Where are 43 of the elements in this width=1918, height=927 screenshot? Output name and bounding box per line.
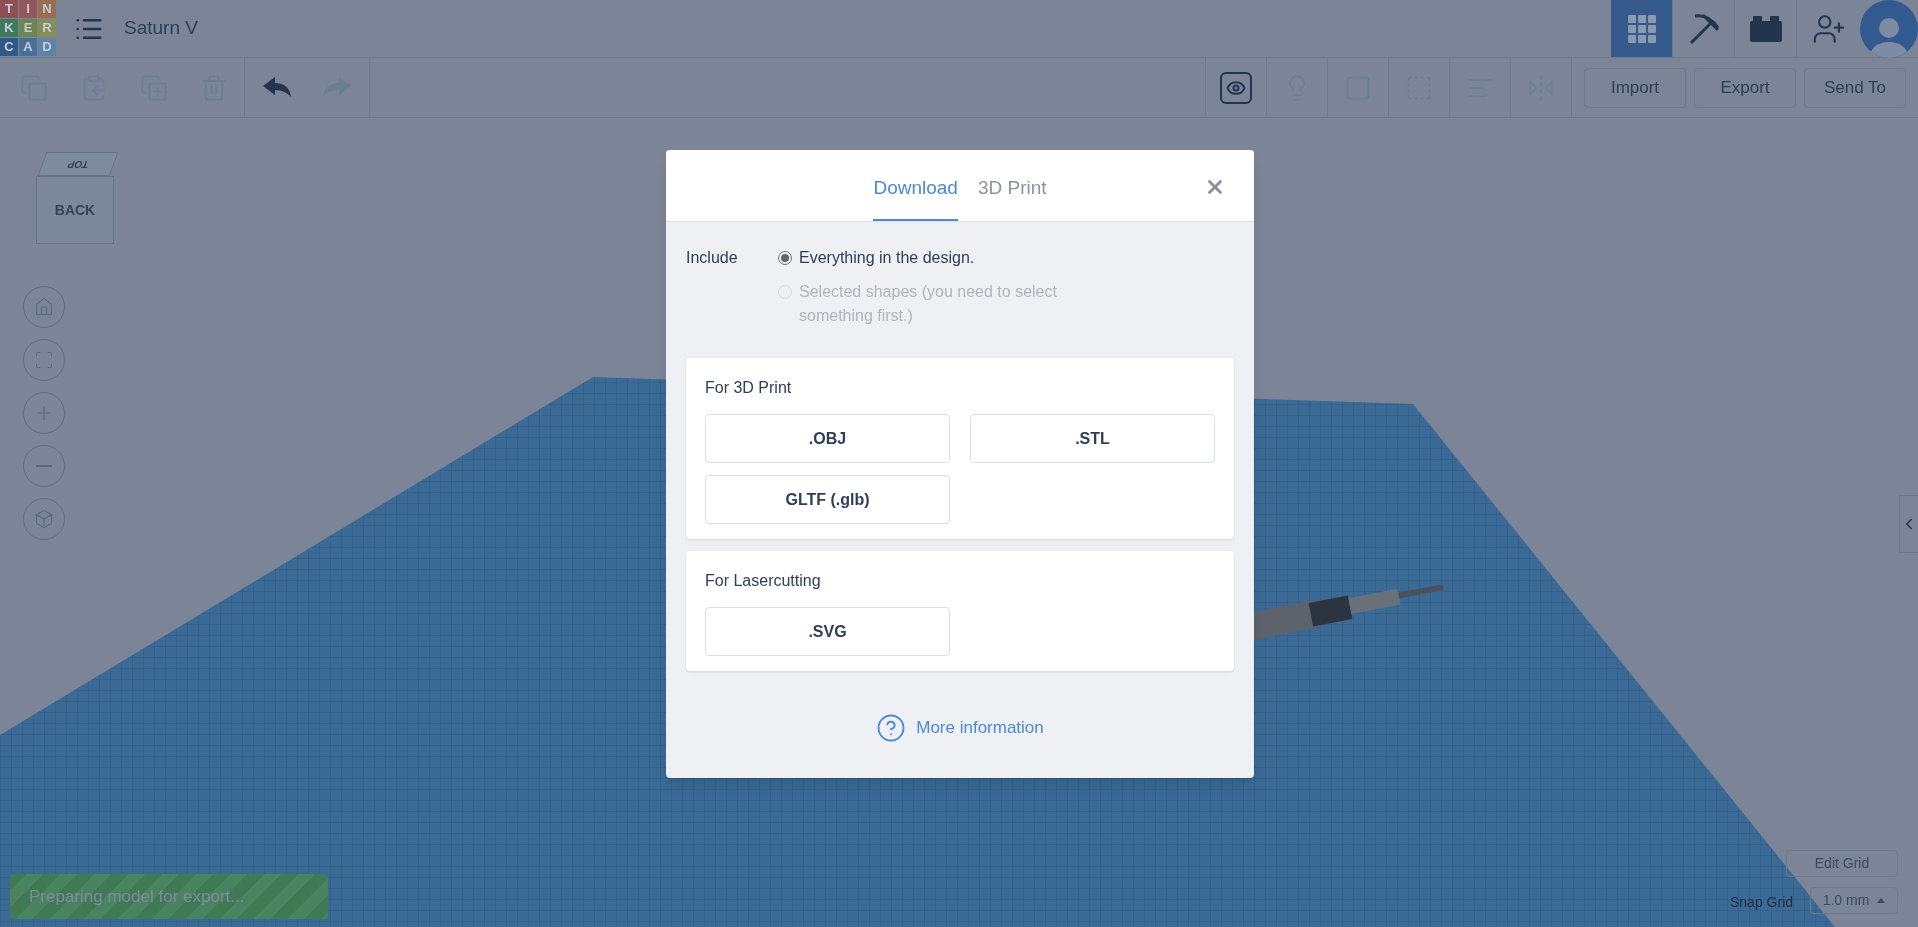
cube-face-label: TOP: [65, 157, 91, 172]
format-button[interactable]: .SVG: [705, 607, 950, 656]
logo-tile[interactable]: E: [19, 19, 37, 37]
more-information-link[interactable]: More information: [876, 713, 1044, 743]
undo-icon: [263, 76, 293, 99]
frame-corners-icon: [34, 350, 54, 370]
grid-icon: [1626, 13, 1657, 44]
snap-grid-label: Snap Grid: [1730, 893, 1794, 912]
cube-face-label: BACK: [54, 200, 96, 220]
logo-tile[interactable]: C: [0, 38, 18, 56]
minus-icon: [36, 465, 52, 467]
snap-grid-dropdown[interactable]: 1.0 mm: [1810, 887, 1898, 914]
logo-tile[interactable]: D: [38, 38, 56, 56]
toast: Preparing model for export...: [10, 874, 328, 919]
panel-toggle-button[interactable]: [1899, 495, 1918, 553]
edit-grid-button[interactable]: Edit Grid: [1786, 850, 1898, 877]
logo-tile[interactable]: A: [19, 38, 37, 56]
format-button[interactable]: .OBJ: [705, 414, 950, 463]
dialog-tab[interactable]: 3D Print: [977, 150, 1047, 221]
cube-icon: [34, 509, 54, 529]
format-button[interactable]: GLTF (.glb): [705, 475, 950, 524]
toolbar-button[interactable]: Import: [1584, 67, 1686, 108]
radio-option[interactable]: Everything in the design.: [778, 246, 1118, 270]
brick-icon: [1749, 15, 1782, 42]
caret-icon: [1877, 898, 1886, 903]
toolbar-button[interactable]: Export: [1694, 67, 1796, 108]
logo-tile[interactable]: K: [0, 19, 18, 37]
card-title: For Lasercutting: [705, 571, 822, 591]
help-icon: [876, 713, 907, 743]
view-tab[interactable]: [1611, 0, 1673, 57]
logo-tile[interactable]: R: [38, 19, 56, 37]
design-title[interactable]: Saturn V: [124, 14, 198, 43]
eye-bubble-icon: [1220, 71, 1252, 104]
logo-tile[interactable]: T: [0, 0, 18, 18]
logo-tile[interactable]: I: [19, 0, 37, 18]
logo-tile[interactable]: N: [38, 0, 56, 18]
card-title: For 3D Print: [705, 378, 793, 398]
format-button[interactable]: .STL: [970, 414, 1215, 463]
toolbar-button[interactable]: Send To: [1804, 67, 1906, 108]
dialog-tab[interactable]: Download: [873, 150, 958, 221]
avatar[interactable]: [1860, 0, 1918, 58]
home-icon: [34, 297, 54, 317]
include-label: Include: [686, 248, 739, 268]
